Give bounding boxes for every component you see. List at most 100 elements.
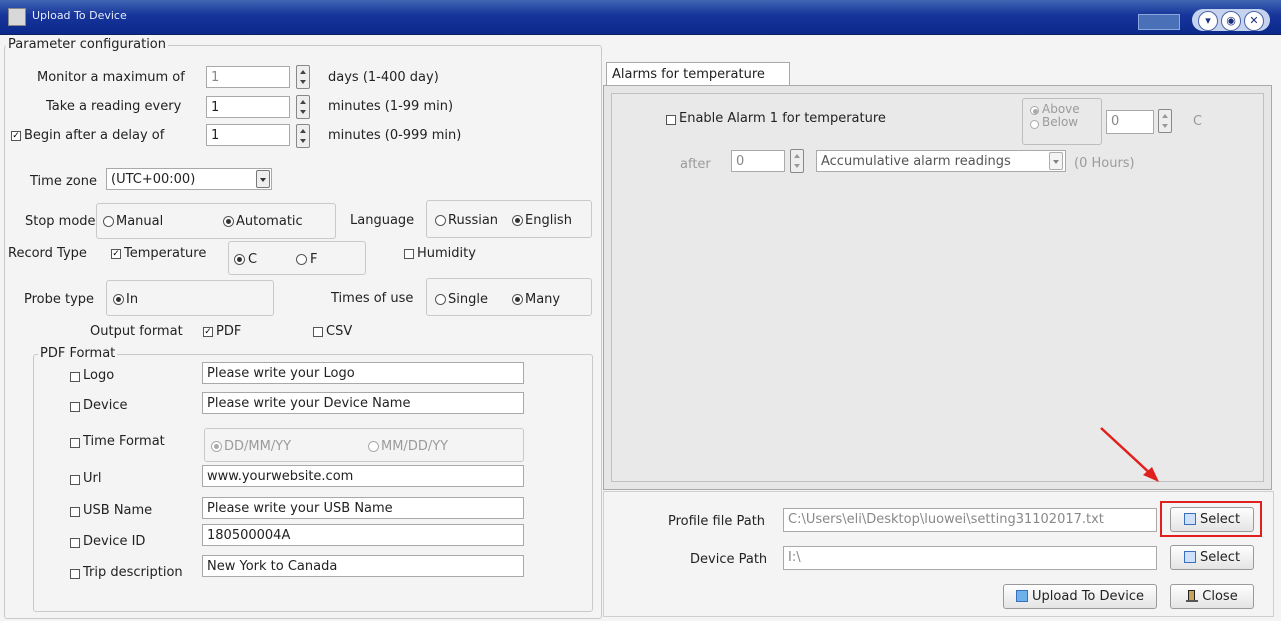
logo-input[interactable]: Please write your Logo [202,362,524,384]
device-id-label: Device ID [83,534,146,549]
enable-alarm-checkbox[interactable] [666,115,676,125]
monitor-spinner[interactable] [296,65,310,89]
alarm-mode-dropdown-icon[interactable] [1049,152,1063,170]
window-title: Upload To Device [32,9,127,22]
probe-in-radio[interactable] [113,294,124,305]
time-format-checkbox[interactable] [70,438,80,448]
trip-description-input[interactable]: New York to Canada [202,555,524,577]
device-path-label: Device Path [690,552,768,567]
url-input[interactable]: www.yourwebsite.com [202,465,524,487]
reading-input[interactable]: 1 [206,96,290,118]
unit-f-label: F [310,252,318,267]
lang-english-label: English [525,213,572,228]
usb-name-label: USB Name [83,503,153,518]
time-ddmm-radio[interactable] [211,441,222,452]
stop-mode-label: Stop mode [25,214,96,229]
app-icon [8,8,26,26]
timezone-dropdown-icon[interactable] [256,170,270,188]
profile-path-label: Profile file Path [668,514,766,529]
profile-path-input[interactable]: C:\Users\eli\Desktop\luowei\setting31102… [783,508,1157,532]
threshold-spinner[interactable] [1158,109,1172,133]
unit-c-label: C [248,252,258,267]
hours-text: (0 Hours) [1074,156,1135,171]
select-icon [1183,513,1196,525]
close-button[interactable]: Close [1170,584,1254,609]
time-mmdd-radio[interactable] [368,441,379,452]
times-single-label: Single [448,292,488,307]
delay-input[interactable]: 1 [206,124,290,146]
select-icon [1183,551,1196,563]
unit-f-radio[interactable] [296,254,307,265]
delay-label: Begin after a delay of [24,128,165,143]
threshold-input[interactable]: 0 [1106,110,1154,134]
humidity-checkbox[interactable] [404,249,414,259]
parameter-group-label: Parameter configuration [6,37,168,52]
probe-in-label: In [126,292,139,307]
output-csv-checkbox[interactable] [313,327,323,337]
profile-select-button[interactable]: Select [1170,507,1254,532]
device-id-input[interactable]: 180500004A [202,524,524,546]
exit-door-icon [1186,590,1199,602]
stop-manual-label: Manual [116,214,164,229]
device-path-input[interactable]: I:\ [783,546,1157,570]
stop-manual-radio[interactable] [103,216,114,227]
monitor-input[interactable]: 1 [206,66,290,88]
trip-description-label: Trip description [83,565,183,580]
stop-automatic-label: Automatic [236,214,303,229]
alarm-mode-select[interactable]: Accumulative alarm readings [816,150,1066,172]
times-many-label: Many [525,292,561,307]
below-label: Below [1042,115,1079,129]
reading-label: Take a reading every [46,99,182,114]
record-type-label: Record Type [8,246,87,261]
minimize-icon[interactable]: ▾ [1198,11,1218,31]
reading-unit: minutes (1-99 min) [328,99,454,114]
time-ddmm-label: DD/MM/YY [224,439,292,454]
stop-automatic-radio[interactable] [223,216,234,227]
logo-checkbox[interactable] [70,372,80,382]
record-temp-checkbox[interactable] [111,249,121,259]
delay-checkbox[interactable] [11,131,21,141]
upload-icon [1016,590,1029,602]
close-window-icon[interactable]: ✕ [1244,11,1264,31]
usb-name-input[interactable]: Please write your USB Name [202,497,524,519]
delay-spinner[interactable] [296,124,310,148]
times-single-radio[interactable] [435,294,446,305]
pdf-format-label: PDF Format [38,346,118,361]
restore-icon[interactable]: ◉ [1221,11,1241,31]
after-input[interactable]: 0 [731,150,785,172]
title-bar: Upload To Device ▾ ◉ ✕ [0,0,1281,35]
device-id-checkbox[interactable] [70,538,80,548]
after-label: after [680,157,711,172]
language-label: Language [350,213,415,228]
times-many-radio[interactable] [512,294,523,305]
device-select-button[interactable]: Select [1170,545,1254,570]
usb-name-checkbox[interactable] [70,507,80,517]
below-radio[interactable] [1030,120,1039,129]
url-checkbox[interactable] [70,475,80,485]
above-label: Above [1042,102,1080,116]
trip-description-checkbox[interactable] [70,569,80,579]
reading-spinner[interactable] [296,95,310,119]
monitor-unit: days (1-400 day) [328,70,439,85]
device-input[interactable]: Please write your Device Name [202,392,524,414]
tab-alarms-temperature[interactable]: Alarms for temperature [606,62,790,86]
device-label: Device [83,398,128,413]
output-pdf-checkbox[interactable] [203,327,213,337]
unit-c-radio[interactable] [234,254,245,265]
timezone-select[interactable]: (UTC+00:00) [106,168,272,190]
alarms-panel [603,85,1272,490]
after-spinner[interactable] [790,149,804,173]
device-select-label: Select [1199,550,1241,565]
device-checkbox[interactable] [70,402,80,412]
close-button-label: Close [1202,589,1238,604]
logo-label: Logo [83,368,115,383]
lang-russian-radio[interactable] [435,215,446,226]
lang-english-radio[interactable] [512,215,523,226]
above-radio[interactable] [1030,106,1039,115]
threshold-unit: C [1193,114,1203,129]
output-csv-label: CSV [326,324,353,339]
annotation-arrow [1100,427,1159,482]
upload-to-device-button[interactable]: Upload To Device [1003,584,1157,609]
probe-type-label: Probe type [24,292,95,307]
output-format-label: Output format [90,324,183,339]
